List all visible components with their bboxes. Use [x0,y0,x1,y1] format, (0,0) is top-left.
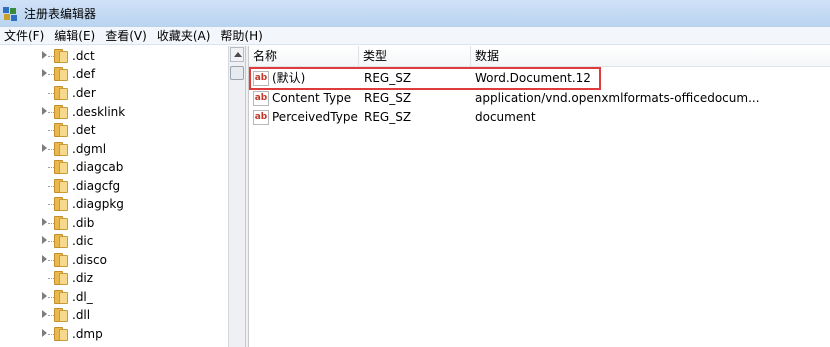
tree-item[interactable]: .diagcab [0,158,228,176]
string-value-icon: ab [253,91,269,106]
tree-item-label: .dct [72,49,95,63]
expand-arrow-icon[interactable] [42,310,47,318]
scroll-thumb[interactable] [230,66,244,80]
folder-icon [54,67,68,81]
tree-item-label: .dib [72,216,95,230]
tree-item-label: .dl_ [72,290,93,304]
tree-item-label: .dmp [72,327,103,341]
tree-item[interactable]: .def [0,65,228,83]
folder-icon [54,142,68,156]
expand-arrow-icon[interactable] [42,255,47,263]
tree-item-label: .dic [72,234,94,248]
tree-item[interactable]: .det [0,121,228,139]
value-data: document [475,110,536,124]
folder-icon [54,308,68,322]
tree-item[interactable]: .der [0,84,228,102]
column-header-data[interactable]: 数据 [471,46,830,67]
scroll-up-arrow-icon[interactable] [230,47,244,62]
tree-item[interactable]: .dib [0,214,228,232]
tree-item[interactable]: .dic [0,232,228,250]
string-value-icon: ab [253,110,269,125]
folder-icon [54,234,68,248]
title-bar: 注册表编辑器 [0,0,830,27]
folder-icon [54,253,68,267]
tree-item[interactable]: .disco [0,251,228,269]
tree-item[interactable]: .dct [0,47,228,65]
tree-scrollbar[interactable] [228,46,245,347]
window-title: 注册表编辑器 [24,7,97,21]
highlight-box [249,67,601,90]
tree-item-label: .diagcfg [72,179,121,193]
tree-item[interactable]: .dgml [0,140,228,158]
tree-item-label: .def [72,67,96,81]
tree-item[interactable]: .dl_ [0,288,228,306]
menu-file[interactable]: 文件(F) [0,27,50,45]
folder-icon [54,123,68,137]
expand-arrow-icon[interactable] [42,236,47,244]
value-row[interactable]: ab Content Type REG_SZ application/vnd.o… [249,89,830,108]
tree-item-label: .der [72,86,96,100]
expand-arrow-icon[interactable] [42,144,47,152]
menu-view[interactable]: 查看(V) [101,27,153,45]
folder-icon [54,290,68,304]
folder-icon [54,160,68,174]
tree-item[interactable]: .desklink [0,103,228,121]
tree-item-label: .dll [72,308,91,322]
registry-tree: .dct .def .der .desklink .det .dgml .dia… [0,46,228,347]
folder-icon [54,197,68,211]
menu-bar: 文件(F) 编辑(E) 查看(V) 收藏夹(A) 帮助(H) [0,27,830,45]
value-data: application/vnd.openxmlformats-officedoc… [475,91,760,105]
expand-arrow-icon[interactable] [42,218,47,226]
tree-item-label: .diagpkg [72,197,124,211]
menu-edit[interactable]: 编辑(E) [50,27,101,45]
column-header-name[interactable]: 名称 [249,46,359,67]
tree-item-label: .diz [72,271,94,285]
expand-arrow-icon[interactable] [42,329,47,337]
folder-icon [54,179,68,193]
tree-item-label: .disco [72,253,107,267]
folder-icon [54,49,68,63]
tree-item[interactable]: .diagpkg [0,195,228,213]
value-row[interactable]: ab PerceivedType REG_SZ document [249,108,830,127]
tree-item-label: .det [72,123,96,137]
value-name: Content Type [272,91,352,105]
folder-icon [54,105,68,119]
expand-arrow-icon[interactable] [42,107,47,115]
tree-item[interactable]: .dmp [0,325,228,343]
expand-arrow-icon[interactable] [42,51,47,59]
value-type: REG_SZ [364,110,412,124]
tree-item-label: .desklink [72,105,126,119]
tree-item[interactable]: .dll [0,306,228,324]
menu-favorites[interactable]: 收藏夹(A) [153,27,217,45]
column-header-type[interactable]: 类型 [359,46,471,67]
expand-arrow-icon[interactable] [42,292,47,300]
folder-icon [54,86,68,100]
expand-arrow-icon[interactable] [42,69,47,77]
value-name: PerceivedType [272,110,358,124]
folder-icon [54,271,68,285]
menu-help[interactable]: 帮助(H) [216,27,268,45]
value-type: REG_SZ [364,91,412,105]
tree-item[interactable]: .diagcfg [0,177,228,195]
tree-item[interactable]: .diz [0,269,228,287]
regedit-icon [2,6,18,22]
values-list: 名称 类型 数据 ab (默认) REG_SZ Word.Document.12… [249,46,830,347]
tree-item-label: .diagcab [72,160,124,174]
folder-icon [54,216,68,230]
folder-icon [54,327,68,341]
tree-item-label: .dgml [72,142,107,156]
